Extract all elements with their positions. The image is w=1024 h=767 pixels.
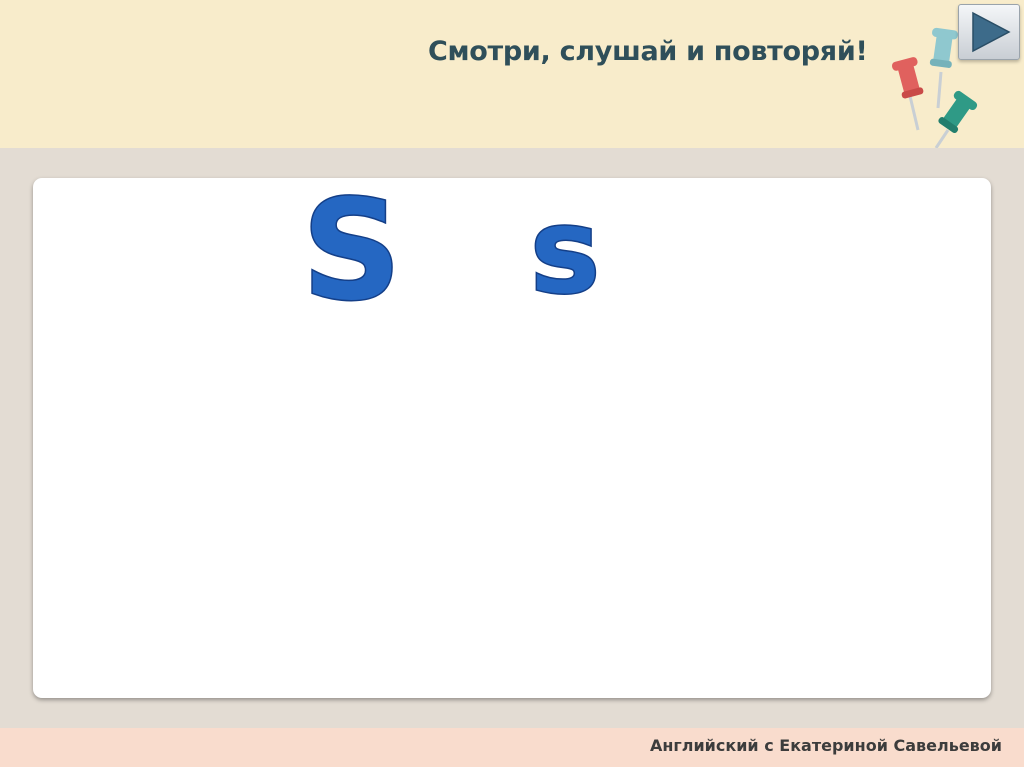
author-credit: Английский с Екатериной Савельевой bbox=[649, 736, 1002, 755]
letter-card bbox=[33, 178, 991, 698]
footer-bar: Английский с Екатериной Савельевой bbox=[0, 728, 1024, 767]
slide-title: Смотри, слушай и повторяй! bbox=[428, 36, 868, 67]
uppercase-letter: S bbox=[300, 170, 402, 331]
slide: Смотри, слушай и повторяй! S s Английски… bbox=[0, 0, 1024, 767]
play-button[interactable] bbox=[958, 4, 1020, 60]
lowercase-letter: s bbox=[528, 182, 601, 320]
header-bar: Смотри, слушай и повторяй! bbox=[0, 0, 1024, 148]
play-triangle-icon bbox=[972, 11, 1011, 53]
